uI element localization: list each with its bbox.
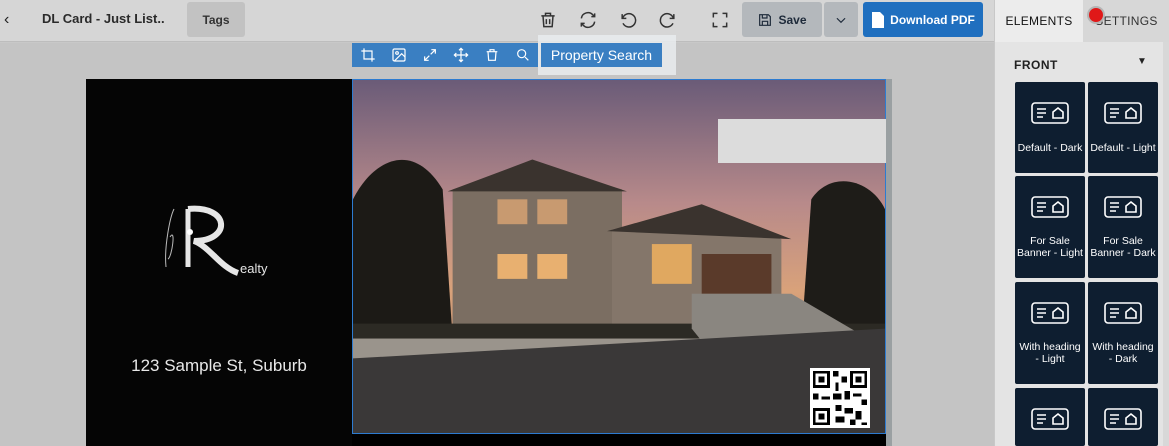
tags-button[interactable]: Tags — [187, 2, 245, 37]
redo-icon[interactable] — [657, 9, 679, 31]
card-left-panel[interactable]: ealty 123 Sample St, Suburb — [86, 79, 352, 446]
download-pdf-label: Download PDF — [890, 12, 975, 27]
property-search-tooltip[interactable]: Property Search — [541, 43, 662, 67]
template-tile[interactable]: Default - Light — [1088, 82, 1158, 173]
crop-icon[interactable] — [352, 43, 383, 67]
record-indicator-icon — [1087, 6, 1105, 24]
property-address[interactable]: 123 Sample St, Suburb — [86, 356, 352, 376]
tile-label: Default - Light — [1090, 142, 1156, 154]
delete-image-icon[interactable] — [476, 43, 507, 67]
chevron-down-icon — [836, 17, 846, 23]
template-tile[interactable] — [1015, 388, 1085, 446]
template-tile[interactable]: With heading - Light — [1015, 282, 1085, 384]
tile-label: For Sale Banner - Light — [1017, 235, 1083, 259]
save-icon — [759, 13, 772, 26]
tile-label: With heading - Light — [1019, 341, 1081, 365]
search-icon[interactable] — [507, 43, 538, 67]
image-icon[interactable] — [383, 43, 414, 67]
save-label: Save — [778, 12, 807, 27]
template-layout-icon — [1104, 196, 1142, 218]
sync-icon[interactable] — [577, 9, 599, 31]
template-layout-icon — [1031, 102, 1069, 124]
tile-label: With heading - Dark — [1092, 341, 1154, 365]
trash-icon[interactable] — [537, 9, 559, 31]
save-button[interactable]: Save — [742, 2, 822, 37]
panel-scrollbar[interactable] — [1163, 42, 1169, 446]
template-layout-icon — [1104, 408, 1142, 430]
template-tile[interactable]: With heading - Dark — [1088, 282, 1158, 384]
template-tile[interactable]: Default - Dark — [1015, 82, 1085, 173]
qr-code[interactable] — [810, 368, 870, 428]
document-icon — [872, 11, 885, 28]
template-layout-icon — [1104, 102, 1142, 124]
realty-logo[interactable]: ealty — [160, 197, 280, 287]
download-pdf-button[interactable]: Download PDF — [863, 2, 983, 37]
section-front-heading[interactable]: FRONT — [1014, 58, 1058, 72]
undo-icon[interactable] — [617, 9, 639, 31]
template-layout-icon — [1104, 302, 1142, 324]
tile-label: For Sale Banner - Dark — [1090, 235, 1156, 259]
caret-down-icon[interactable]: ▼ — [1137, 56, 1147, 67]
logo-text: ealty — [240, 261, 268, 276]
placeholder-box[interactable] — [718, 119, 886, 163]
panel-tabs: ELEMENTS SETTINGS — [995, 0, 1169, 42]
template-tile[interactable]: For Sale Banner - Dark — [1088, 176, 1158, 278]
save-dropdown-button[interactable] — [824, 2, 858, 37]
back-arrow-icon[interactable]: ‹ — [4, 11, 18, 29]
template-tile[interactable] — [1088, 388, 1158, 446]
template-layout-icon — [1031, 196, 1069, 218]
tile-label: Default - Dark — [1017, 142, 1083, 154]
fullscreen-icon[interactable] — [709, 9, 731, 31]
elements-panel: ELEMENTS SETTINGS FRONT ▼ Default - Dark… — [994, 0, 1169, 446]
template-layout-icon — [1031, 302, 1069, 324]
template-tile[interactable]: For Sale Banner - Light — [1015, 176, 1085, 278]
document-title: DL Card - Just List.. — [42, 11, 165, 26]
template-layout-icon — [1031, 408, 1069, 430]
image-toolbar — [352, 43, 538, 67]
tab-elements[interactable]: ELEMENTS — [995, 0, 1083, 42]
move-icon[interactable] — [445, 43, 476, 67]
top-toolbar: ‹ DL Card - Just List.. Tags Save Downlo… — [0, 0, 994, 42]
card-edge — [886, 79, 892, 446]
resize-icon[interactable] — [414, 43, 445, 67]
design-canvas: Property Search ealty 123 Sample St, Sub… — [0, 35, 994, 446]
dl-card[interactable]: ealty 123 Sample St, Suburb — [86, 79, 892, 446]
